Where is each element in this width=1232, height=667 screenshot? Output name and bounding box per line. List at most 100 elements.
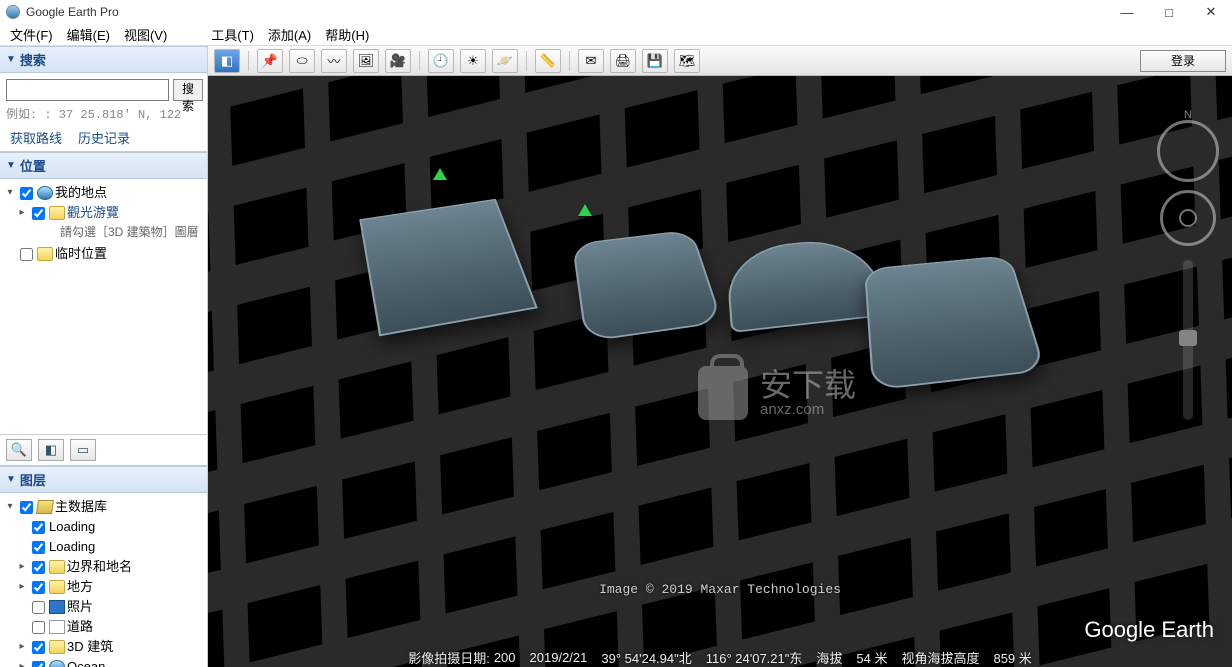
compass-north-label: N xyxy=(1184,109,1192,121)
titlebar: Google Earth Pro — □ ✕ xyxy=(0,0,1232,24)
layers-icon xyxy=(36,500,54,514)
menu-view[interactable]: 视图(V) xyxy=(124,25,167,44)
earth-icon xyxy=(37,186,53,200)
compass-ring[interactable]: N xyxy=(1157,120,1219,182)
search-header-label: 搜索 xyxy=(20,50,46,69)
layers-tree: ▾主数据库 Loading Loading ▸边界和地名 ▸地方 照片 道路 ▸… xyxy=(0,493,207,667)
layer-label-6[interactable]: 3D 建筑 xyxy=(67,638,113,656)
places-root-label[interactable]: 我的地点 xyxy=(55,184,107,202)
ruler-icon[interactable]: 📏 xyxy=(535,49,561,73)
layers-root-check[interactable] xyxy=(20,501,33,514)
status-date: 2019/2/21 xyxy=(530,650,588,665)
layer-check-3[interactable] xyxy=(32,581,45,594)
layer-check-4[interactable] xyxy=(32,601,45,614)
watermark-sub: anxz.com xyxy=(760,401,856,418)
polygon-icon[interactable]: ⬭ xyxy=(289,49,315,73)
sidebar-toggle-icon[interactable]: ◧ xyxy=(214,49,240,73)
zoom-thumb[interactable] xyxy=(1179,330,1197,346)
menu-file[interactable]: 文件(F) xyxy=(10,25,53,44)
layers-root-label[interactable]: 主数据库 xyxy=(55,498,107,516)
image-overlay-icon[interactable]: 🖼 xyxy=(353,49,379,73)
places-tree: ▾我的地点 ▸觀光游覽 請勾選［3D 建築物］圖層 临时位置 xyxy=(0,179,207,268)
menu-help[interactable]: 帮助(H) xyxy=(325,25,369,44)
temp-label[interactable]: 临时位置 xyxy=(55,245,107,263)
sidebar: ▼搜索 搜索 例如: : 37 25.818' N, 122 获取路线 历史记录… xyxy=(0,46,208,667)
status-eye-label: 视角海拔高度 xyxy=(901,648,979,667)
status-elev: 54 米 xyxy=(856,648,887,667)
app-icon xyxy=(6,5,20,19)
watermark-text: 安下载 xyxy=(760,369,856,401)
folder-icon xyxy=(37,247,53,261)
places-split-icon[interactable]: ◧ xyxy=(38,439,64,461)
layer-check-7[interactable] xyxy=(32,661,45,667)
status-lat: 39° 54'24.94"北 xyxy=(601,648,691,667)
menu-add[interactable]: 添加(A) xyxy=(268,25,311,44)
status-bar: 影像拍摄日期: 200 2019/2/21 39° 54'24.94"北 116… xyxy=(208,647,1232,667)
pan-control[interactable] xyxy=(1160,190,1216,246)
places-toolbar: 🔍 ◧ ▭ xyxy=(0,434,207,466)
layer-check-0[interactable] xyxy=(32,521,45,534)
tour-check[interactable] xyxy=(32,207,45,220)
places-header-label: 位置 xyxy=(20,156,46,175)
ocean-icon xyxy=(49,660,65,667)
search-input[interactable] xyxy=(6,79,169,101)
places-blank-icon[interactable]: ▭ xyxy=(70,439,96,461)
placemark-icon xyxy=(433,168,447,180)
tour-tip: 請勾選［3D 建築物］圖層 xyxy=(2,223,205,240)
history-icon[interactable]: 🕘 xyxy=(428,49,454,73)
tab-directions[interactable]: 获取路线 xyxy=(10,128,62,147)
status-elev-label: 海拔 xyxy=(816,648,842,667)
map-viewport[interactable]: 安下载 anxz.com Image © 2019 Maxar Technolo… xyxy=(208,76,1232,667)
layer-check-2[interactable] xyxy=(32,561,45,574)
search-panel-header[interactable]: ▼搜索 xyxy=(0,46,207,73)
layer-label-4[interactable]: 照片 xyxy=(67,598,93,616)
view-in-maps-icon[interactable]: 🗺 xyxy=(674,49,700,73)
folder-icon xyxy=(49,640,65,654)
tour-label[interactable]: 觀光游覽 xyxy=(67,204,119,222)
layer-check-6[interactable] xyxy=(32,641,45,654)
menu-edit[interactable]: 编辑(E) xyxy=(67,25,110,44)
layer-label-5[interactable]: 道路 xyxy=(67,618,93,636)
places-search-icon[interactable]: 🔍 xyxy=(6,439,32,461)
zoom-slider[interactable] xyxy=(1183,260,1193,420)
search-hint: 例如: : 37 25.818' N, 122 xyxy=(6,105,201,122)
layers-header-label: 图层 xyxy=(20,470,46,489)
places-panel-header[interactable]: ▼位置 xyxy=(0,152,207,179)
close-button[interactable]: ✕ xyxy=(1190,0,1232,24)
placemark-icon[interactable]: 📌 xyxy=(257,49,283,73)
tab-history[interactable]: 历史记录 xyxy=(78,128,130,147)
sunlight-icon[interactable]: ☀ xyxy=(460,49,486,73)
layer-check-5[interactable] xyxy=(32,621,45,634)
layer-label-3[interactable]: 地方 xyxy=(67,578,93,596)
placemark-icon xyxy=(578,204,592,216)
bag-icon xyxy=(698,366,748,420)
layer-label-7[interactable]: Ocean xyxy=(67,658,105,667)
status-eye: 859 米 xyxy=(993,648,1031,667)
road-icon xyxy=(49,620,65,634)
layer-label-1[interactable]: Loading xyxy=(49,538,95,556)
imagery-attribution: Image © 2019 Maxar Technologies xyxy=(599,582,841,597)
print-icon[interactable]: 🖨 xyxy=(610,49,636,73)
login-button[interactable]: 登录 xyxy=(1140,50,1226,72)
main-area: ◧ 📌 ⬭ 〰 🖼 🎥 🕘 ☀ 🪐 📏 ✉ 🖨 💾 🗺 登录 xyxy=(208,46,1232,667)
photo-icon xyxy=(49,600,65,614)
folder-icon xyxy=(49,580,65,594)
path-icon[interactable]: 〰 xyxy=(321,49,347,73)
maximize-button[interactable]: □ xyxy=(1148,0,1190,24)
record-tour-icon[interactable]: 🎥 xyxy=(385,49,411,73)
temp-check[interactable] xyxy=(20,248,33,261)
folder-icon xyxy=(49,206,65,220)
search-button[interactable]: 搜索 xyxy=(173,79,203,101)
layer-check-1[interactable] xyxy=(32,541,45,554)
navigation-control[interactable]: N xyxy=(1156,120,1220,420)
places-root-check[interactable] xyxy=(20,187,33,200)
save-image-icon[interactable]: 💾 xyxy=(642,49,668,73)
planet-icon[interactable]: 🪐 xyxy=(492,49,518,73)
menu-tools[interactable]: 工具(T) xyxy=(211,25,254,44)
email-icon[interactable]: ✉ xyxy=(578,49,604,73)
layer-label-0[interactable]: Loading xyxy=(49,518,95,536)
menubar: 文件(F) 编辑(E) 视图(V) 工具(T) 添加(A) 帮助(H) xyxy=(0,24,1232,46)
minimize-button[interactable]: — xyxy=(1106,0,1148,24)
layer-label-2[interactable]: 边界和地名 xyxy=(67,558,132,576)
layers-panel-header[interactable]: ▼图层 xyxy=(0,466,207,493)
